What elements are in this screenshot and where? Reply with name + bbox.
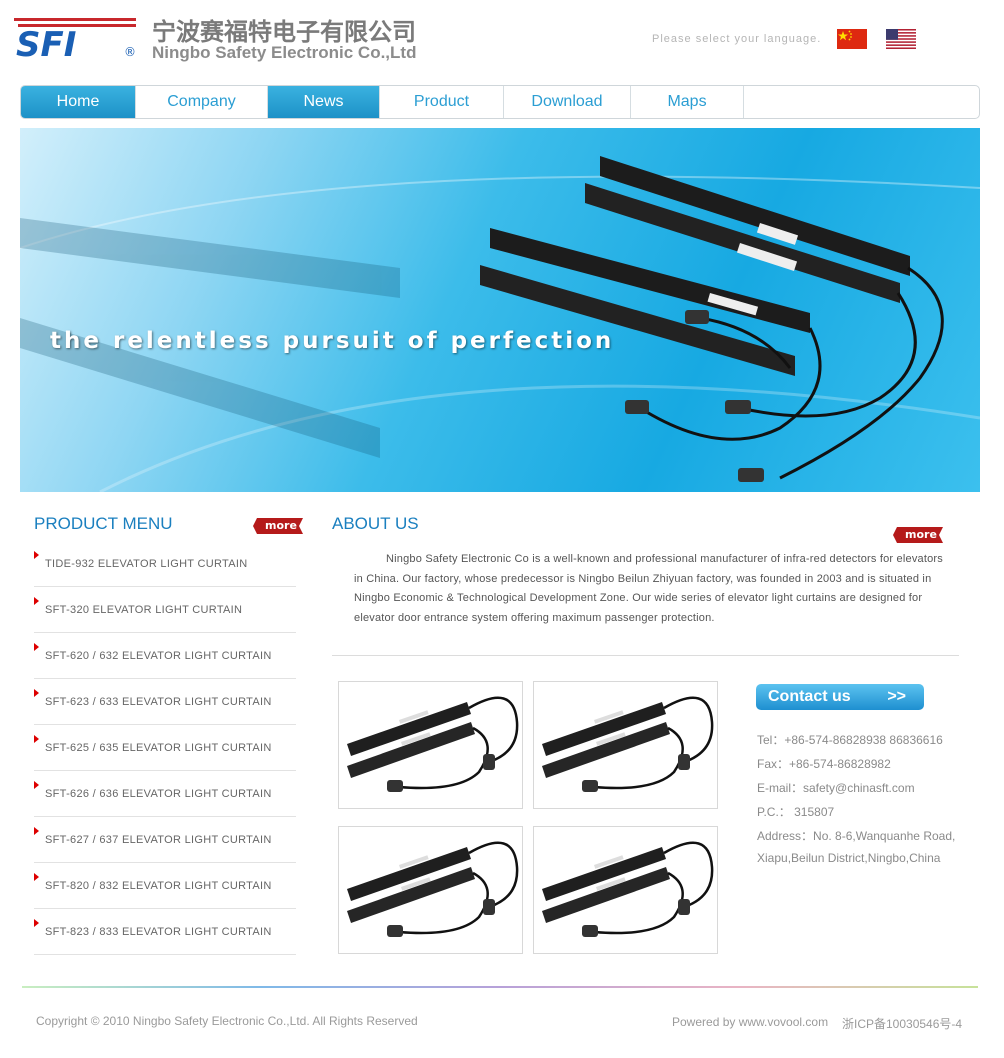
product-menu-item-label: SFT-626 / 636 ELEVATOR LIGHT CURTAIN bbox=[45, 788, 272, 800]
contact-us-button[interactable]: Contact us >> bbox=[756, 684, 924, 710]
light-curtain-product-image bbox=[542, 841, 714, 937]
product-menu-title: PRODUCT MENU bbox=[34, 514, 173, 533]
more-label: more bbox=[905, 528, 937, 541]
nav-home[interactable]: Home bbox=[21, 86, 136, 118]
contact-address-line2: Xiapu,Beilun District,Ningbo,China bbox=[757, 851, 941, 865]
contact-postcode: P.C.： 315807 bbox=[757, 805, 835, 819]
red-arrow-icon bbox=[34, 643, 39, 651]
company-name-english: Ningbo Safety Electronic Co.,Ltd bbox=[152, 43, 417, 62]
double-chevron-right-icon: >> bbox=[887, 688, 906, 705]
company-name-chinese: 宁波赛福特电子有限公司 bbox=[152, 18, 416, 46]
usa-flag-icon[interactable] bbox=[886, 29, 916, 49]
product-menu-item-label: SFT-823 / 833 ELEVATOR LIGHT CURTAIN bbox=[45, 926, 272, 938]
product-thumbnail[interactable] bbox=[338, 826, 523, 954]
header: SFI ® 宁波赛福特电子有限公司 Ningbo Safety Electron… bbox=[0, 0, 1004, 80]
light-curtain-product-image bbox=[542, 696, 714, 792]
language-prompt: Please select your language. bbox=[652, 33, 822, 45]
svg-text:®: ® bbox=[124, 45, 136, 59]
product-thumbnail[interactable] bbox=[338, 681, 523, 809]
footer-powered-by[interactable]: Powered by www.vovool.com bbox=[672, 1015, 828, 1029]
product-menu-item-label: SFT-820 / 832 ELEVATOR LIGHT CURTAIN bbox=[45, 880, 272, 892]
product-menu-item[interactable]: TIDE-932 ELEVATOR LIGHT CURTAIN bbox=[34, 541, 296, 587]
light-curtain-product-image bbox=[347, 841, 519, 937]
sfi-logo[interactable]: SFI ® bbox=[12, 14, 142, 60]
red-arrow-icon bbox=[34, 873, 39, 881]
main-navigation: Home Company News Product Download Maps bbox=[20, 85, 980, 119]
banner-product-illustration bbox=[20, 156, 980, 492]
product-thumbnail[interactable] bbox=[533, 826, 718, 954]
nav-maps[interactable]: Maps bbox=[631, 86, 744, 118]
product-menu-item[interactable]: SFT-820 / 832 ELEVATOR LIGHT CURTAIN bbox=[34, 863, 296, 909]
logo-text: SFI bbox=[16, 25, 76, 60]
footer-divider bbox=[22, 986, 978, 988]
red-arrow-icon bbox=[34, 597, 39, 605]
product-menu-item[interactable]: SFT-626 / 636 ELEVATOR LIGHT CURTAIN bbox=[34, 771, 296, 817]
banner-slogan: the relentless pursuit of perfection bbox=[50, 328, 615, 354]
product-menu-item[interactable]: SFT-620 / 632 ELEVATOR LIGHT CURTAIN bbox=[34, 633, 296, 679]
product-menu-list: TIDE-932 ELEVATOR LIGHT CURTAIN SFT-320 … bbox=[34, 541, 296, 955]
red-arrow-icon bbox=[34, 919, 39, 927]
product-menu-item-label: TIDE-932 ELEVATOR LIGHT CURTAIN bbox=[45, 558, 248, 570]
product-menu-item-label: SFT-623 / 633 ELEVATOR LIGHT CURTAIN bbox=[45, 696, 272, 708]
more-label: more bbox=[265, 519, 297, 532]
contact-address-line1: Address：No. 8-6,Wanquanhe Road, bbox=[757, 829, 956, 843]
product-menu-item-label: SFT-625 / 635 ELEVATOR LIGHT CURTAIN bbox=[45, 742, 272, 754]
about-us-text: Ningbo Safety Electronic Co is a well-kn… bbox=[354, 553, 943, 624]
footer-copyright: Copyright © 2010 Ningbo Safety Electroni… bbox=[36, 1014, 418, 1028]
product-menu-item-label: SFT-320 ELEVATOR LIGHT CURTAIN bbox=[45, 604, 243, 616]
product-menu-item[interactable]: SFT-627 / 637 ELEVATOR LIGHT CURTAIN bbox=[34, 817, 296, 863]
contact-tel: Tel：+86-574-86828938 86836616 bbox=[757, 733, 943, 747]
contact-fax: Fax：+86-574-86828982 bbox=[757, 757, 891, 771]
red-arrow-icon bbox=[34, 735, 39, 743]
contact-email: E-mail：safety@chinasft.com bbox=[757, 781, 915, 795]
nav-download[interactable]: Download bbox=[504, 86, 631, 118]
red-arrow-icon bbox=[34, 551, 39, 559]
footer-icp[interactable]: 浙ICP备10030546号-4 bbox=[842, 1015, 962, 1032]
product-menu-item-label: SFT-620 / 632 ELEVATOR LIGHT CURTAIN bbox=[45, 650, 272, 662]
product-thumbnail[interactable] bbox=[533, 681, 718, 809]
hero-banner: the relentless pursuit of perfection bbox=[20, 128, 980, 492]
nav-company[interactable]: Company bbox=[136, 86, 268, 118]
product-menu-item[interactable]: SFT-823 / 833 ELEVATOR LIGHT CURTAIN bbox=[34, 909, 296, 955]
nav-news[interactable]: News bbox=[268, 86, 380, 118]
about-us-title: ABOUT US bbox=[332, 514, 419, 533]
product-menu-item[interactable]: SFT-320 ELEVATOR LIGHT CURTAIN bbox=[34, 587, 296, 633]
about-more-button[interactable]: more bbox=[893, 527, 943, 543]
red-arrow-icon bbox=[34, 689, 39, 697]
light-curtain-product-image bbox=[347, 696, 519, 792]
nav-product[interactable]: Product bbox=[380, 86, 504, 118]
product-menu-item[interactable]: SFT-623 / 633 ELEVATOR LIGHT CURTAIN bbox=[34, 679, 296, 725]
china-flag-icon[interactable] bbox=[837, 29, 867, 49]
product-menu-more-button[interactable]: more bbox=[253, 518, 303, 534]
product-menu-item[interactable]: SFT-625 / 635 ELEVATOR LIGHT CURTAIN bbox=[34, 725, 296, 771]
red-arrow-icon bbox=[34, 827, 39, 835]
red-arrow-icon bbox=[34, 781, 39, 789]
divider bbox=[332, 655, 959, 656]
contact-us-label: Contact us bbox=[768, 688, 851, 705]
product-menu-item-label: SFT-627 / 637 ELEVATOR LIGHT CURTAIN bbox=[45, 834, 272, 846]
